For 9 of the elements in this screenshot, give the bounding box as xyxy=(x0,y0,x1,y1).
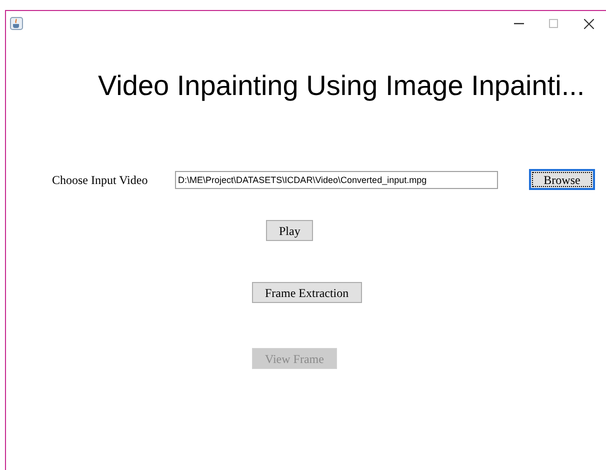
coffee-cup-icon xyxy=(10,17,23,30)
minimize-icon[interactable] xyxy=(514,22,524,24)
browse-button[interactable]: Browse xyxy=(529,169,595,190)
close-icon[interactable] xyxy=(584,18,594,28)
frame-extraction-button[interactable]: Frame Extraction xyxy=(252,282,362,303)
file-path-field[interactable]: D:\ME\Project\DATASETS\ICDAR\Video\Converted_input.mpg xyxy=(175,170,498,188)
play-button[interactable]: Play xyxy=(266,220,314,241)
input-label: Choose Input Video xyxy=(52,172,149,188)
app-heading: Video Inpainting Using Image Inpainti... xyxy=(98,69,585,103)
